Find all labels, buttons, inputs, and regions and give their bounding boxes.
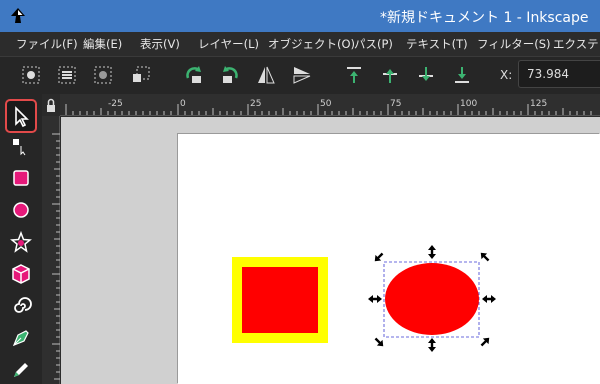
scale-handle-se xyxy=(480,337,490,347)
scale-handle-sw xyxy=(374,337,384,347)
scale-handle-nw xyxy=(374,252,384,262)
scale-handle-ne xyxy=(480,252,490,262)
scale-handle-w xyxy=(368,295,382,303)
scale-handle-e xyxy=(482,295,496,303)
scale-handle-s xyxy=(428,338,436,352)
scale-handle-n xyxy=(428,245,436,259)
drawing-layer xyxy=(232,245,496,352)
red-ellipse-object[interactable] xyxy=(385,263,479,335)
red-rectangle-object[interactable] xyxy=(232,257,328,343)
